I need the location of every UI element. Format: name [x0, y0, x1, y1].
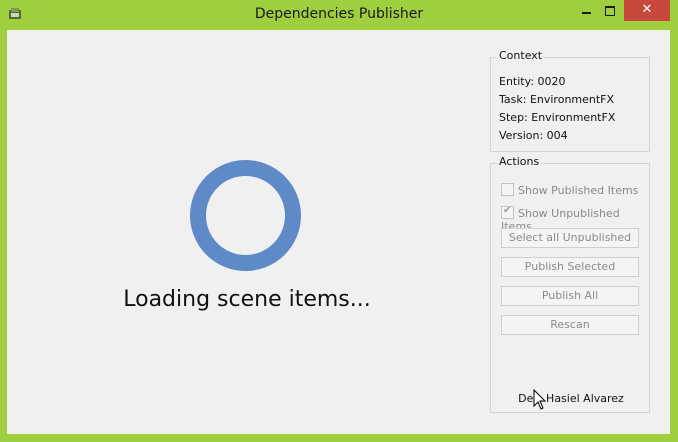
minimize-icon[interactable] [574, 2, 598, 20]
publish-selected-button[interactable]: Publish Selected [501, 257, 639, 277]
author-credit: Dev. Hasiel Alvarez [518, 392, 624, 405]
mouse-cursor-icon [533, 389, 547, 410]
app-window: Dependencies Publisher ✕ Loading scene i… [0, 0, 678, 442]
task-label: Task: EnvironmentFX [499, 93, 615, 106]
entity-label: Entity: 0020 [499, 75, 566, 88]
title-bar[interactable]: Dependencies Publisher ✕ [0, 0, 678, 30]
select-all-unpublished-button[interactable]: Select all Unpublished [501, 228, 639, 248]
loading-status-text: Loading scene items... [123, 287, 371, 312]
show-unpublished-box[interactable] [501, 205, 514, 219]
loading-spinner-icon [190, 160, 301, 271]
show-published-box[interactable] [501, 183, 514, 196]
step-label: Step: EnvironmentFX [499, 111, 616, 124]
show-published-label: Show Published Items [518, 184, 639, 197]
actions-group: Actions Show Published Items Show Unpubl… [490, 155, 650, 413]
publish-all-button[interactable]: Publish All [501, 286, 639, 306]
context-group-title: Context [497, 49, 545, 62]
rescan-button[interactable]: Rescan [501, 315, 639, 335]
show-published-checkbox[interactable]: Show Published Items [501, 183, 638, 197]
version-label: Version: 004 [499, 129, 568, 142]
client-area: Loading scene items... Context Entity: 0… [7, 30, 670, 434]
actions-group-title: Actions [497, 155, 542, 168]
maximize-icon[interactable] [598, 2, 622, 20]
close-icon[interactable]: ✕ [624, 0, 670, 21]
context-group: Context Entity: 0020 Task: EnvironmentFX… [490, 49, 650, 152]
